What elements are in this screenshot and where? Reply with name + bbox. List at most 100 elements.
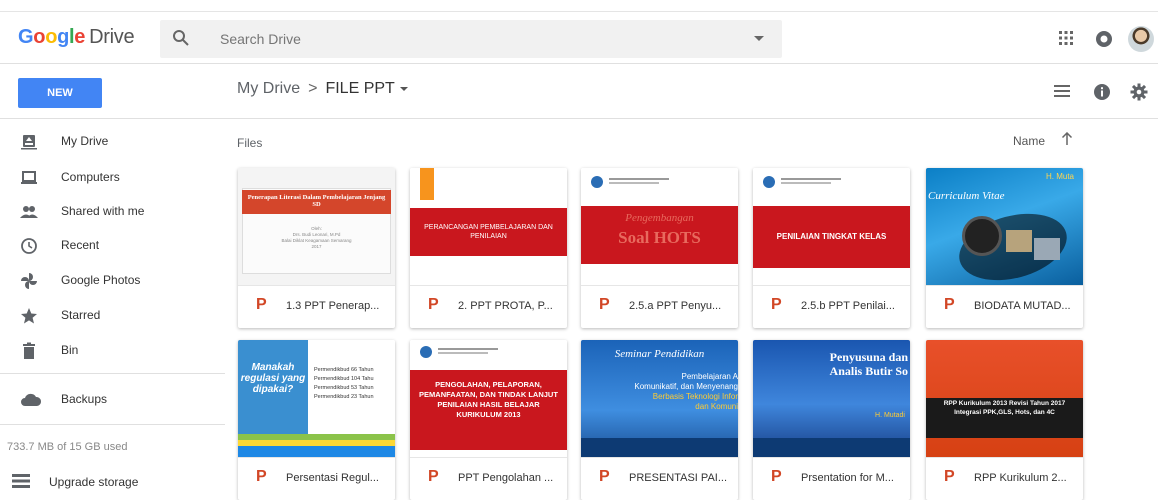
drive-icon: [20, 133, 38, 151]
slide-title: Penerapan Literasi Dalam Pembelajaran Je…: [247, 194, 386, 208]
file-thumbnail: Pengembangan Soal HOTS: [581, 168, 738, 285]
powerpoint-icon: P: [599, 468, 610, 485]
slide-line: Berbasis Teknologi Infor: [652, 392, 738, 401]
file-name: PPT Pengolahan ...: [458, 472, 554, 484]
upgrade-storage-link[interactable]: Upgrade storage: [0, 467, 225, 493]
slide-subtitle: H. Mutadi: [875, 412, 905, 419]
institution-logo: [591, 176, 603, 188]
photo-thumbnail: [1006, 230, 1032, 252]
settings-gear-icon[interactable]: [1130, 83, 1148, 106]
search-input[interactable]: [220, 20, 720, 58]
avatar[interactable]: [1128, 26, 1154, 52]
clock-icon: [20, 237, 38, 255]
slide-line: Pembelajaran A: [681, 372, 738, 381]
storage-bars-icon: [12, 473, 30, 491]
file-card[interactable]: Penerapan Literasi Dalam Pembelajaran Je…: [238, 168, 395, 328]
file-card[interactable]: PENILAIAN TINGKAT KELAS P 2.5.b PPT Peni…: [753, 168, 910, 328]
slide-subtitle: Pengembangan: [625, 212, 694, 224]
file-card[interactable]: Manakah regulasi yang dipakai? Permendik…: [238, 340, 395, 500]
google-drive-logo[interactable]: Google Drive: [18, 26, 135, 49]
cloud-icon: [20, 391, 42, 409]
sidebar-item-my-drive[interactable]: My Drive: [0, 125, 225, 159]
file-name: 2.5.b PPT Penilai...: [801, 300, 895, 312]
breadcrumb: My Drive > FILE PPT: [237, 80, 408, 98]
sidebar-item-label: Starred: [61, 308, 101, 322]
slide-text: Oleh: Drs. Budi Leonari, M.Pd Balai Dikl…: [246, 226, 387, 250]
file-card[interactable]: Seminar Pendidikan Pembelajaran A Komuni…: [581, 340, 738, 500]
file-thumbnail: PENGOLAHAN, PELAPORAN, PEMANFAATAN, DAN …: [410, 340, 567, 457]
slide-line: Permendikbud 53 Tahun: [314, 385, 374, 391]
file-name: BIODATA MUTAD...: [974, 300, 1071, 312]
file-card[interactable]: Pengembangan Soal HOTS P 2.5.a PPT Penyu…: [581, 168, 738, 328]
sidebar-item-bin[interactable]: Bin: [0, 334, 225, 368]
files-section-label: Files: [237, 136, 263, 150]
upgrade-storage-label: Upgrade storage: [49, 475, 139, 489]
file-card[interactable]: Penyusuna dan Analis Butir So H. Mutadi …: [753, 340, 910, 500]
file-thumbnail: Curriculum Vitae H. Muta: [926, 168, 1083, 285]
trash-icon: [20, 342, 38, 360]
file-caption: P BIODATA MUTAD...: [926, 285, 1083, 328]
sidebar-item-shared-with-me[interactable]: Shared with me: [0, 195, 225, 229]
sidebar: My Drive Computers Shared with me Recent…: [0, 120, 225, 493]
folder-menu-chevron-down-icon[interactable]: [399, 86, 408, 91]
slide-title: RPP Kurikulum 2013 Revisi Tahun 2017 Int…: [943, 400, 1066, 416]
sidebar-item-google-photos[interactable]: Google Photos: [0, 264, 225, 298]
slide-title: Curriculum Vitae: [928, 190, 1005, 202]
file-card[interactable]: Curriculum Vitae H. Muta P BIODATA MUTAD…: [926, 168, 1083, 328]
search-options-chevron-down-icon[interactable]: [754, 36, 764, 41]
slide-line: Permendikbud 66 Tahun: [314, 367, 374, 373]
new-button[interactable]: NEW: [18, 78, 102, 108]
file-name: Prsentation for M...: [801, 472, 894, 484]
breadcrumb-my-drive[interactable]: My Drive: [237, 80, 300, 97]
slide-orange-accent: [420, 168, 434, 200]
sidebar-item-starred[interactable]: Starred: [0, 299, 225, 333]
file-card[interactable]: RPP Kurikulum 2013 Revisi Tahun 2017 Int…: [926, 340, 1083, 500]
slide-header-line: [438, 348, 498, 350]
file-thumbnail: Penerapan Literasi Dalam Pembelajaran Je…: [238, 168, 395, 285]
sidebar-item-recent[interactable]: Recent: [0, 229, 225, 263]
slide-title: Manakah regulasi yang dipakai?: [240, 362, 306, 395]
powerpoint-icon: P: [771, 468, 782, 485]
notifications-icon[interactable]: [1095, 30, 1113, 53]
powerpoint-icon: P: [256, 296, 267, 313]
search-bar[interactable]: [160, 20, 782, 58]
file-thumbnail: Seminar Pendidikan Pembelajaran A Komuni…: [581, 340, 738, 457]
powerpoint-icon: P: [944, 468, 955, 485]
list-view-icon[interactable]: [1054, 83, 1070, 104]
file-card[interactable]: PERANCANGAN PEMBELAJARAN DAN PENILAIAN P…: [410, 168, 567, 328]
slide-line: 2017: [311, 244, 322, 249]
file-card[interactable]: PENGOLAHAN, PELAPORAN, PEMANFAATAN, DAN …: [410, 340, 567, 500]
file-thumbnail: Penyusuna dan Analis Butir So H. Mutadi: [753, 340, 910, 457]
institution-logo: [763, 176, 775, 188]
slide-header-line: [438, 352, 488, 354]
info-icon[interactable]: [1093, 83, 1111, 106]
sidebar-item-label: Computers: [61, 170, 120, 184]
slide-line: Permendikbud 104 Tahu: [314, 376, 374, 382]
powerpoint-icon: P: [599, 296, 610, 313]
apps-grid-icon[interactable]: [1058, 30, 1074, 51]
computer-icon: [20, 169, 38, 187]
slide-header-line: [781, 178, 841, 180]
slide-title: PENGOLAHAN, PELAPORAN, PEMANFAATAN, DAN …: [419, 380, 558, 419]
file-thumbnail: PENILAIAN TINGKAT KELAS: [753, 168, 910, 285]
sidebar-item-backups[interactable]: Backups: [0, 383, 225, 417]
sidebar-item-computers[interactable]: Computers: [0, 161, 225, 195]
sort-by-name-button[interactable]: Name: [1013, 134, 1045, 148]
institution-logo: [420, 346, 432, 358]
file-thumbnail: Manakah regulasi yang dipakai? Permendik…: [238, 340, 395, 457]
sidebar-item-label: Bin: [61, 343, 79, 357]
sort-ascending-arrow-icon[interactable]: [1061, 131, 1073, 151]
storage-usage-text: 733.7 MB of 15 GB used: [7, 441, 128, 453]
logo-product: Drive: [89, 26, 135, 48]
sidebar-item-label: Shared with me: [61, 204, 145, 218]
slide-title: Penyusuna dan Analis Butir So: [829, 350, 908, 378]
slide-title: PERANCANGAN PEMBELAJARAN DAN PENILAIAN: [424, 224, 553, 240]
photo-thumbnail: [1034, 238, 1060, 260]
breadcrumb-current-folder[interactable]: FILE PPT: [325, 80, 394, 97]
file-caption: P 2.5.a PPT Penyu...: [581, 285, 738, 328]
header: Google Drive: [0, 12, 1158, 64]
file-area: Files Name Penerapan Literasi Dalam Pemb…: [225, 120, 1158, 500]
powerpoint-icon: P: [771, 296, 782, 313]
search-icon[interactable]: [172, 29, 190, 52]
file-name: 2. PPT PROTA, P...: [458, 300, 553, 312]
